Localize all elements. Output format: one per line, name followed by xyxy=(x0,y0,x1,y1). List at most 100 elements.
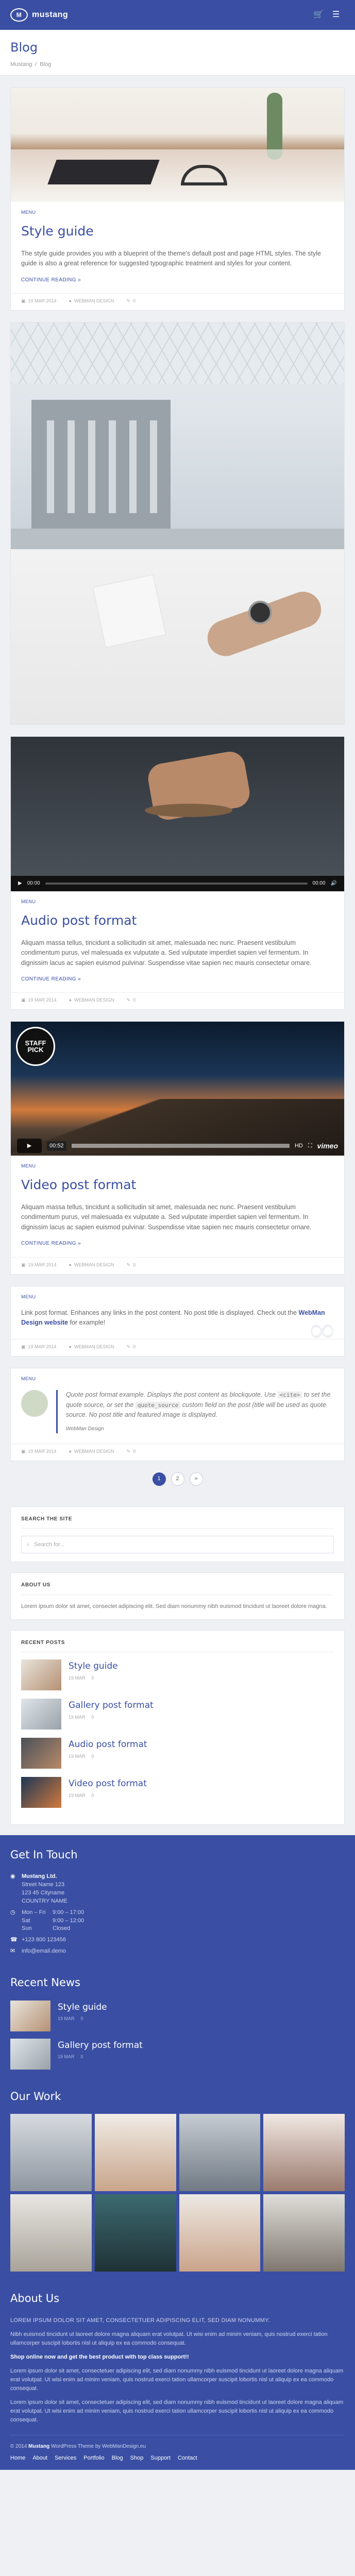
calendar-icon: ▣ xyxy=(21,1448,26,1454)
post-comments[interactable]: 0 xyxy=(133,298,136,305)
page-1-button[interactable]: 1 xyxy=(152,1472,166,1486)
recent-post-thumb[interactable] xyxy=(21,1738,61,1769)
recent-post-thumb[interactable] xyxy=(21,1777,61,1808)
video-progress-bar[interactable] xyxy=(71,1144,290,1148)
post-comments[interactable]: 0 xyxy=(133,1262,136,1269)
menu-icon[interactable]: ☰ xyxy=(327,6,345,24)
phone-number[interactable]: +123 800 123456 xyxy=(22,1936,66,1944)
copyright-brand[interactable]: Mustang xyxy=(28,2444,49,2449)
post-title[interactable]: Video post format xyxy=(21,1175,334,1195)
post-author[interactable]: WEBMAN DESIGN xyxy=(74,1262,114,1269)
post-title[interactable]: Audio post format xyxy=(21,911,334,931)
vimeo-logo[interactable]: vimeo xyxy=(317,1141,338,1152)
continue-reading-link[interactable]: CONTINUE READING » xyxy=(21,975,81,984)
recent-post-title[interactable]: Style guide xyxy=(69,1659,118,1673)
recent-news-date: 19 MAR xyxy=(58,2054,75,2060)
calendar-icon: ▣ xyxy=(21,997,26,1003)
post-title[interactable]: Style guide xyxy=(21,222,334,242)
work-thumb[interactable] xyxy=(10,2194,92,2272)
recent-post-title[interactable]: Gallery post format xyxy=(69,1699,154,1712)
audio-player: ▶ 00:00 00:00 🔊 xyxy=(11,876,344,892)
work-thumb[interactable] xyxy=(10,2114,92,2192)
cart-icon[interactable]: 🛒 xyxy=(310,6,327,24)
work-thumb[interactable] xyxy=(263,2114,345,2192)
hours-time: Closed xyxy=(53,1925,71,1932)
work-thumb[interactable] xyxy=(263,2194,345,2272)
post-excerpt: The style guide provides you with a blue… xyxy=(21,249,321,267)
work-thumb[interactable] xyxy=(94,2194,176,2272)
post-category[interactable]: MENU xyxy=(21,899,334,906)
recent-news-title[interactable]: Style guide xyxy=(58,2001,107,2014)
recent-post-item[interactable]: Video post format 19 MAR 0 xyxy=(21,1777,334,1808)
widget-title: ABOUT US xyxy=(21,1581,334,1595)
recent-post-item[interactable]: Style guide 19 MAR 0 xyxy=(21,1659,334,1691)
work-thumb[interactable] xyxy=(179,2194,261,2272)
next-page-button[interactable]: » xyxy=(189,1472,203,1486)
recent-news-item[interactable]: Style guide 19 MAR 0 xyxy=(10,2000,345,2031)
video-embed[interactable]: STAFF PICK ▶ 00:52 HD ⛶ vimeo xyxy=(11,1022,344,1156)
recent-post-thumb[interactable] xyxy=(21,1659,61,1691)
search-input[interactable]: ⌕ Search for... xyxy=(21,1536,334,1554)
recent-news-thumb[interactable] xyxy=(10,2000,50,2031)
work-thumb[interactable] xyxy=(94,2114,176,2192)
breadcrumb-home[interactable]: Mustang xyxy=(10,60,32,69)
recent-news-comments: 0 xyxy=(80,2016,83,2022)
post-category[interactable]: MENU xyxy=(21,1163,334,1170)
recent-post-item[interactable]: Audio post format 19 MAR 0 xyxy=(21,1738,334,1769)
fullscreen-icon[interactable]: ⛶ xyxy=(308,1142,312,1150)
contact-section: Get In Touch ◉ Mustang Ltd. Street Name … xyxy=(10,1846,345,1956)
footer-nav-services[interactable]: Services xyxy=(55,2454,76,2463)
email-link[interactable]: info@email.demo xyxy=(22,1947,66,1956)
post-category[interactable]: MENU xyxy=(21,209,334,216)
page-2-button[interactable]: 2 xyxy=(171,1472,184,1486)
post-category[interactable]: MENU xyxy=(21,1376,334,1383)
site-logo[interactable]: M mustang xyxy=(10,8,68,22)
footer-nav-portfolio[interactable]: Portfolio xyxy=(83,2454,104,2463)
gallery-image-museum[interactable] xyxy=(11,323,344,550)
top-bar: M mustang 🛒 ☰ xyxy=(0,0,355,30)
record-shape xyxy=(145,804,232,818)
recent-post-title[interactable]: Video post format xyxy=(69,1777,147,1790)
post-author[interactable]: WEBMAN DESIGN xyxy=(74,1344,114,1351)
work-thumb[interactable] xyxy=(179,2114,261,2192)
post-author[interactable]: WEBMAN DESIGN xyxy=(74,1448,114,1455)
footer-nav-blog[interactable]: Blog xyxy=(112,2454,123,2463)
footer-nav-home[interactable]: Home xyxy=(10,2454,25,2463)
play-icon[interactable]: ▶ xyxy=(18,879,22,888)
post-meta: ▣ 19 MAR 2014 ● WEBMAN DESIGN ✎ 0 xyxy=(11,1257,344,1274)
shop-callout: Shop online now and get the best product… xyxy=(10,2354,189,2361)
recent-post-thumb[interactable] xyxy=(21,1699,61,1730)
breadcrumb: Mustang / Blog xyxy=(10,60,345,69)
continue-reading-link[interactable]: CONTINUE READING » xyxy=(21,1240,81,1248)
player-progress-bar[interactable] xyxy=(45,883,308,885)
footer-nav-shop[interactable]: Shop xyxy=(130,2454,144,2463)
footer-nav-contact[interactable]: Contact xyxy=(178,2454,197,2463)
post-card: STAFF PICK ▶ 00:52 HD ⛶ vimeo MENU Video… xyxy=(10,1021,345,1275)
post-category[interactable]: MENU xyxy=(21,1294,334,1301)
recent-news-item[interactable]: Gallery post format 19 MAR 0 xyxy=(10,2038,345,2070)
laptop-shape xyxy=(47,160,160,185)
recent-post-item[interactable]: Gallery post format 19 MAR 0 xyxy=(21,1699,334,1730)
video-play-button[interactable]: ▶ xyxy=(17,1139,42,1154)
blockquote: Quote post format example. Displays the … xyxy=(56,1390,334,1433)
continue-reading-link[interactable]: CONTINUE READING » xyxy=(21,276,81,284)
recent-post-title[interactable]: Audio post format xyxy=(69,1738,147,1751)
footer-nav-about[interactable]: About xyxy=(32,2454,47,2463)
volume-icon[interactable]: 🔊 xyxy=(331,879,337,888)
post-comments[interactable]: 0 xyxy=(133,1344,136,1351)
post-featured-image[interactable] xyxy=(11,737,344,876)
recent-news-thumb[interactable] xyxy=(10,2038,50,2070)
recent-post-date: 19 MAR xyxy=(69,1714,86,1720)
post-author[interactable]: WEBMAN DESIGN xyxy=(74,298,114,305)
post-comments[interactable]: 0 xyxy=(133,1448,136,1455)
post-author[interactable]: WEBMAN DESIGN xyxy=(74,997,114,1004)
gallery-image-watch[interactable] xyxy=(11,549,344,725)
post-comments[interactable]: 0 xyxy=(133,997,136,1004)
breadcrumb-separator: / xyxy=(35,61,37,68)
footer-nav-support[interactable]: Support xyxy=(150,2454,171,2463)
post-featured-image[interactable] xyxy=(11,88,344,202)
staff-pick-line-2: PICK xyxy=(27,1046,44,1054)
hd-toggle[interactable]: HD xyxy=(295,1142,303,1150)
video-time-badge: 00:52 xyxy=(47,1141,66,1151)
recent-news-title[interactable]: Gallery post format xyxy=(58,2039,143,2052)
